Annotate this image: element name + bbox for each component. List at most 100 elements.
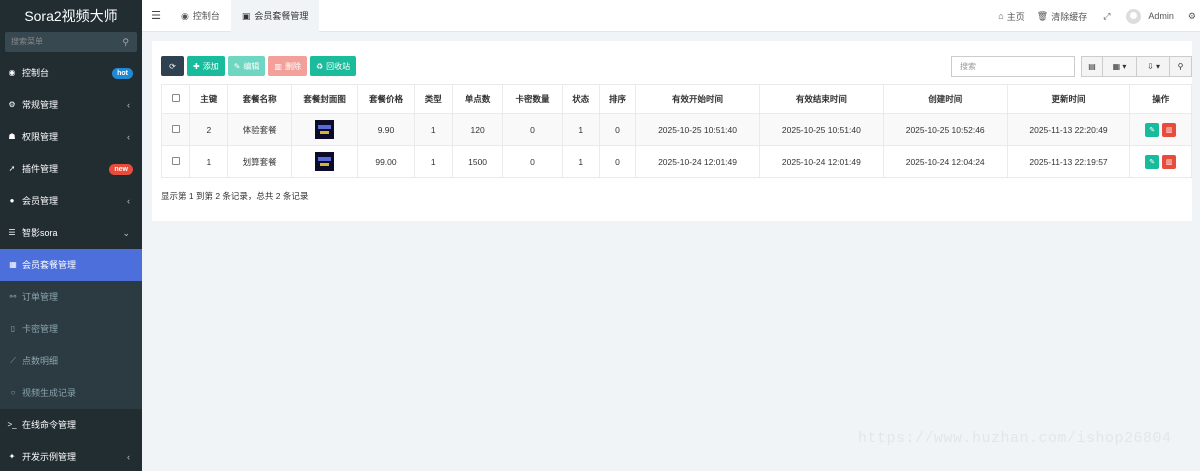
cell-cover	[290, 113, 359, 146]
package-table: 主键 套餐名称 套餐封面图 套餐价格 类型 单点数 卡密数量 状态 排序 有效开…	[160, 84, 1192, 178]
sidebar-item-dashboard[interactable]: ◉ 控制台 hot	[0, 57, 142, 89]
column-header[interactable]: 有效结束时间	[758, 84, 884, 114]
table-search-input[interactable]: 搜索	[951, 56, 1075, 77]
home-link[interactable]: ⌂ 主页	[992, 10, 1030, 23]
recycle-bin-button[interactable]: ♻ 回收站	[309, 56, 357, 76]
sidebar-item-label: 智影sora	[22, 228, 58, 238]
export-button[interactable]: ⇩ ▾	[1137, 56, 1171, 77]
cover-thumbnail[interactable]	[315, 120, 335, 139]
edit-button[interactable]: ✎ 编辑	[227, 56, 266, 76]
row-delete-button[interactable]: ▥	[1162, 154, 1177, 169]
expand-icon: ⤢	[1103, 10, 1111, 21]
sidebar-item-label: 视频生成记录	[22, 388, 77, 398]
delete-button[interactable]: ▥ 删除	[268, 56, 307, 76]
new-badge: new	[109, 164, 133, 175]
chevron-left-icon: ‹	[127, 100, 130, 110]
edit-label: 编辑	[243, 61, 260, 71]
row-edit-button[interactable]: ✎	[1145, 154, 1160, 169]
sidebar-item-label: 开发示例管理	[22, 452, 77, 462]
sidebar-item-label: 卡密管理	[22, 324, 59, 334]
cell-updated: 2025-11-13 22:20:49	[1006, 113, 1131, 146]
pencil-icon: ✎	[233, 61, 241, 71]
sidebar-item-package-management[interactable]: ▦ 会员套餐管理	[0, 249, 142, 281]
search-icon: ⚲	[122, 37, 129, 47]
cell-updated: 2025-11-13 22:19:57	[1006, 145, 1131, 178]
column-header[interactable]: 类型	[413, 84, 453, 114]
cell-sort: 0	[598, 113, 637, 146]
table-icon: ▦	[9, 260, 17, 269]
sidebar-item-points-detail[interactable]: ⟋ 点数明细	[0, 345, 142, 377]
table-row[interactable]: 1 划算套餐 99.00 1 1500 0 1 0 2025-10-24 12:…	[160, 145, 1192, 178]
toggle-view-button[interactable]: ▤	[1081, 56, 1103, 77]
recycle-icon: ♻	[315, 61, 324, 71]
sidebar-item-video-records[interactable]: ○ 视频生成记录	[0, 377, 142, 409]
settings-button[interactable]: ⚙	[1180, 11, 1200, 22]
cell-created: 2025-10-24 12:04:24	[882, 145, 1008, 178]
columns-button[interactable]: ▦ ▾	[1103, 56, 1137, 77]
terminal-icon: >_	[7, 420, 17, 429]
cell-end: 2025-10-24 12:01:49	[758, 145, 884, 178]
row-delete-button[interactable]: ▥	[1162, 122, 1177, 137]
sidebar-search-input[interactable]: 搜索菜单 ⚲	[5, 32, 137, 52]
table-row[interactable]: 2 体验套餐 9.90 1 120 0 1 0 2025-10-25 10:51…	[160, 113, 1192, 146]
trash-icon: ▥	[274, 61, 282, 71]
add-button[interactable]: ✚ 添加	[187, 56, 225, 76]
search-placeholder: 搜索	[960, 62, 976, 71]
tab-dashboard[interactable]: ◉ 控制台	[170, 0, 231, 32]
column-header[interactable]: 主键	[189, 84, 229, 114]
column-header[interactable]: 套餐名称	[227, 84, 292, 114]
clear-cache-label: 清除缓存	[1051, 11, 1088, 22]
pencil-icon: ✎	[1149, 126, 1156, 134]
column-header[interactable]: 有效开始时间	[635, 84, 760, 114]
sidebar-item-orders[interactable]: ⚯ 订单管理	[0, 281, 142, 313]
sidebar-item-command[interactable]: >_ 在线命令管理	[0, 409, 142, 441]
cell-status: 1	[561, 145, 600, 178]
sidebar-item-permission[interactable]: ☗ 权限管理 ‹	[0, 121, 142, 153]
column-header[interactable]: 套餐价格	[357, 84, 415, 114]
menu-toggle-icon[interactable]: ☰	[142, 9, 170, 22]
magic-icon: ✦	[8, 452, 16, 461]
column-header[interactable]: 单点数	[451, 84, 504, 114]
trash-icon: ▥	[1165, 158, 1173, 166]
fullscreen-button[interactable]: ⤢	[1093, 11, 1120, 22]
column-header[interactable]: 状态	[561, 84, 600, 114]
row-select-cell	[160, 145, 191, 178]
tab-package-management[interactable]: ▣ 会员套餐管理	[230, 0, 320, 32]
chevron-left-icon: ‹	[127, 452, 130, 462]
cell-cards: 0	[502, 145, 563, 178]
search-icon: ⚲	[1177, 62, 1184, 71]
column-header[interactable]: 套餐封面图	[290, 84, 359, 114]
cell-name: 划算套餐	[227, 145, 292, 178]
cell-actions: ✎ ▥	[1129, 145, 1192, 178]
sidebar-item-zhiying-sora[interactable]: ☰ 智影sora ⌄	[0, 217, 142, 249]
advanced-search-button[interactable]: ⚲	[1169, 56, 1192, 77]
sitemap-icon: ⚯	[9, 292, 17, 301]
top-navbar: ☰ ◉ 控制台 ▣ 会员套餐管理 ⌂ 主页 🗑 清除缓存 ⤢ Admin ⚙	[142, 0, 1200, 32]
select-all-checkbox[interactable]	[171, 94, 180, 102]
sidebar-item-plugins[interactable]: ➚ 插件管理 new	[0, 153, 142, 185]
column-header[interactable]: 更新时间	[1006, 84, 1131, 114]
cover-thumbnail[interactable]	[315, 152, 335, 171]
cell-start: 2025-10-24 12:01:49	[635, 145, 760, 178]
row-checkbox[interactable]	[171, 124, 180, 133]
sidebar-item-card-keys[interactable]: ▯ 卡密管理	[0, 313, 142, 345]
row-checkbox[interactable]	[171, 156, 180, 165]
sidebar-item-general[interactable]: ⚙ 常规管理 ‹	[0, 89, 142, 121]
cell-type: 1	[413, 113, 453, 146]
column-header[interactable]: 排序	[598, 84, 637, 114]
user-menu[interactable]: Admin	[1120, 8, 1180, 24]
column-header[interactable]: 卡密数量	[502, 84, 563, 114]
download-icon: ⇩ ▾	[1147, 62, 1160, 71]
cell-status: 1	[561, 113, 600, 146]
row-edit-button[interactable]: ✎	[1145, 122, 1160, 137]
sidebar-item-dev-examples[interactable]: ✦ 开发示例管理 ‹	[0, 441, 142, 471]
chart-icon: ⟋	[10, 356, 16, 365]
recycle-label: 回收站	[326, 61, 351, 71]
refresh-button[interactable]: ⟳	[161, 56, 184, 76]
clear-cache-button[interactable]: 🗑 清除缓存	[1031, 10, 1093, 23]
column-header[interactable]: 创建时间	[882, 84, 1008, 114]
sidebar-item-members[interactable]: ● 会员管理 ‹	[0, 185, 142, 217]
cell-name: 体验套餐	[227, 113, 292, 146]
chevron-left-icon: ‹	[127, 132, 130, 142]
tab-label: 控制台	[192, 10, 220, 21]
